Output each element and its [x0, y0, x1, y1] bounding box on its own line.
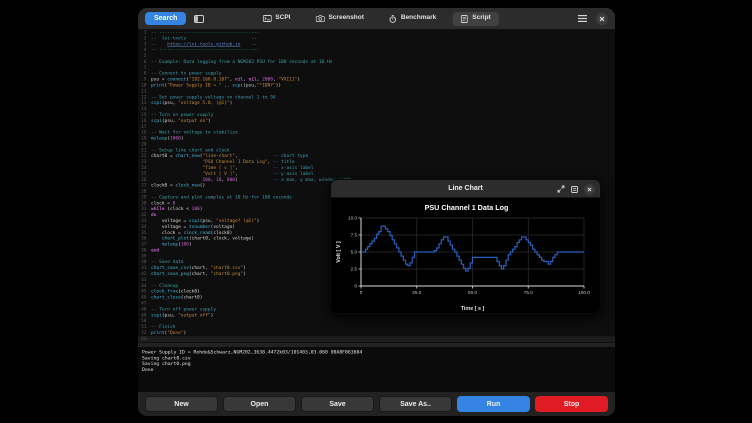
chart-svg: 0 25.0 50.0 75.0 100.0 0 2.5 5.0 7.5 10.0 PSU Chan… — [331, 198, 601, 314]
screenshot-icon — [315, 15, 324, 22]
svg-text:Time [ s ]: Time [ s ] — [461, 306, 485, 312]
line-chart-plot: 0 25.0 50.0 75.0 100.0 0 2.5 5.0 7.5 10.0 PSU Chan… — [331, 198, 600, 314]
tab-label: Benchmark — [401, 15, 436, 22]
svg-text:10.0: 10.0 — [348, 216, 357, 221]
header-right-controls — [578, 13, 608, 25]
new-button[interactable]: New — [145, 396, 218, 412]
svg-text:2.5: 2.5 — [351, 267, 358, 272]
tab-scpi[interactable]: SCPI — [254, 12, 298, 25]
code-text: -- Example: Data logging from a NGM202 P… — [151, 59, 333, 65]
save-button[interactable]: Save — [301, 396, 374, 412]
chart-window-title: Line Chart — [448, 185, 483, 192]
console-text: Power Supply ID = Rohde&Schwarz,NGM202,3… — [138, 347, 615, 375]
action-button-bar: New Open Save Save As.. Run Stop — [138, 392, 615, 416]
tab-label: Script — [472, 15, 490, 22]
console-line: Done — [142, 367, 611, 373]
save-as-button[interactable]: Save As.. — [379, 396, 452, 412]
run-button[interactable]: Run — [457, 396, 530, 412]
tab-script[interactable]: Script — [453, 12, 498, 26]
code-text: scpi(psu, "output on") — [151, 118, 211, 124]
code-text: -- ------------------------------------- — [151, 48, 259, 54]
output-console: Power Supply ID = Rohde&Schwarz,NGM202,3… — [138, 347, 615, 392]
stop-button[interactable]: Stop — [535, 396, 608, 412]
tab-label: SCPI — [275, 15, 290, 22]
code-text: chart_save_png(chart, "chart0.png") — [151, 272, 246, 278]
chart-close-icon[interactable] — [584, 184, 595, 195]
svg-text:50.0: 50.0 — [468, 290, 477, 295]
code-text: print("Power Supply ID = " .. scpi(psu,"… — [151, 83, 281, 89]
search-button[interactable]: Search — [145, 12, 186, 25]
svg-text:0: 0 — [360, 290, 363, 295]
code-text: scpi(psu, "voltage 5.0, (@1)") — [151, 101, 232, 107]
svg-text:7.5: 7.5 — [351, 233, 358, 238]
code-text: clock0 = clock_new() — [151, 183, 205, 189]
code-text: while (clock < 100) — [151, 207, 202, 213]
svg-text:PSU Channel 1 Data Log: PSU Channel 1 Data Log — [425, 203, 509, 212]
chart-window-titlebar[interactable]: Line Chart — [331, 180, 600, 198]
open-button[interactable]: Open — [223, 396, 296, 412]
svg-text:5.0: 5.0 — [351, 250, 358, 255]
chart-menu-icon[interactable] — [571, 186, 578, 193]
tab-benchmark[interactable]: Benchmark — [381, 12, 444, 26]
menu-icon[interactable] — [578, 15, 587, 22]
code-text: msleep(1000) — [151, 136, 184, 142]
desktop-background: Search SCPI Screenshot Benchmark Script — [0, 0, 752, 423]
chart-window-controls — [557, 180, 595, 198]
code-text: end — [151, 248, 159, 254]
code-text: scpi(psu, "output off") — [151, 313, 213, 319]
window-close-button[interactable] — [596, 13, 608, 25]
svg-text:0: 0 — [354, 284, 357, 289]
benchmark-icon — [389, 15, 397, 23]
line-number: 53 — [138, 336, 151, 342]
code-line-53: 53 — [138, 336, 615, 342]
code-text: chart_close(chart0) — [151, 295, 202, 301]
tab-label: Screenshot — [328, 15, 363, 22]
svg-text:100.0: 100.0 — [578, 290, 590, 295]
code-text: print("Done") — [151, 330, 186, 336]
script-icon — [461, 15, 468, 23]
header-bar: Search SCPI Screenshot Benchmark Script — [138, 8, 615, 30]
scpi-icon — [262, 15, 271, 22]
svg-text:Volt [ V ]: Volt [ V ] — [336, 241, 342, 263]
svg-text:25.0: 25.0 — [412, 290, 421, 295]
sidebar-toggle-icon[interactable] — [194, 15, 204, 23]
line-chart-window: Line Chart 0 25.0 — [330, 179, 601, 314]
svg-text:75.0: 75.0 — [524, 290, 533, 295]
expand-icon[interactable] — [557, 185, 565, 193]
tab-screenshot[interactable]: Screenshot — [307, 12, 371, 25]
tab-strip: SCPI Screenshot Benchmark Script — [254, 12, 498, 26]
